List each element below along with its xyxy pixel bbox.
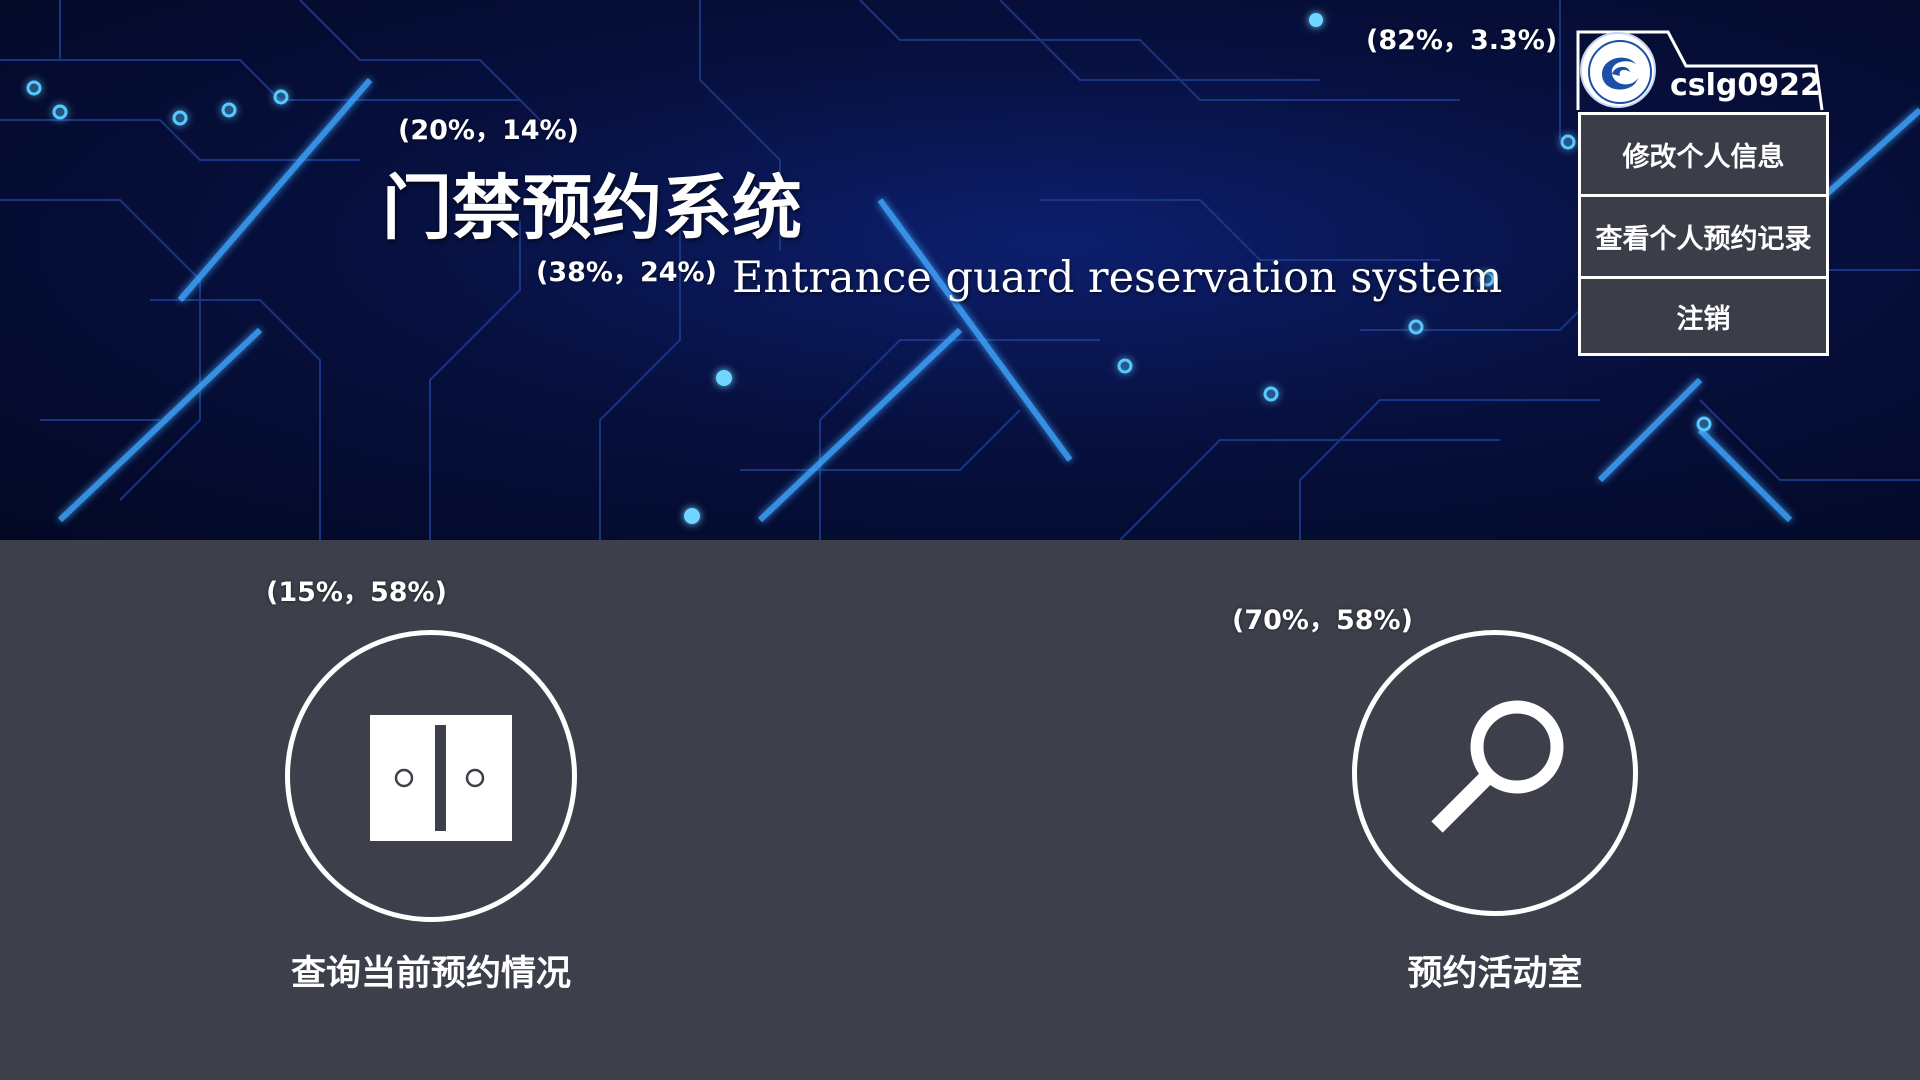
annotation-title-coord: (20%，14%) [398,115,579,146]
view-reservation-records-button[interactable]: 查看个人预约记录 [1581,197,1826,279]
logout-button[interactable]: 注销 [1581,279,1826,353]
query-reservations-button[interactable] [285,630,577,922]
user-menu: 修改个人信息 查看个人预约记录 注销 [1578,112,1829,356]
edit-profile-button[interactable]: 修改个人信息 [1581,115,1826,197]
annotation-right-feature-coord: (70%，58%) [1232,605,1413,636]
page-title: 门禁预约系统 [382,167,802,249]
avatar[interactable] [1580,32,1656,108]
query-reservations-label: 查询当前预约情况 [290,954,571,994]
reserve-room-button[interactable] [1352,630,1638,916]
door-icon [370,715,512,841]
annotation-user-coord: (82%，3.3%) [1366,25,1558,56]
annotation-left-feature-coord: (15%，58%) [266,577,447,608]
username: cslg0922 [1670,68,1821,103]
search-icon [1431,700,1564,833]
annotation-subtitle-coord: (38%，24%) [536,257,717,288]
reserve-room-label: 预约活动室 [1407,954,1583,994]
page-subtitle: Entrance guard reservation system [732,253,1503,303]
